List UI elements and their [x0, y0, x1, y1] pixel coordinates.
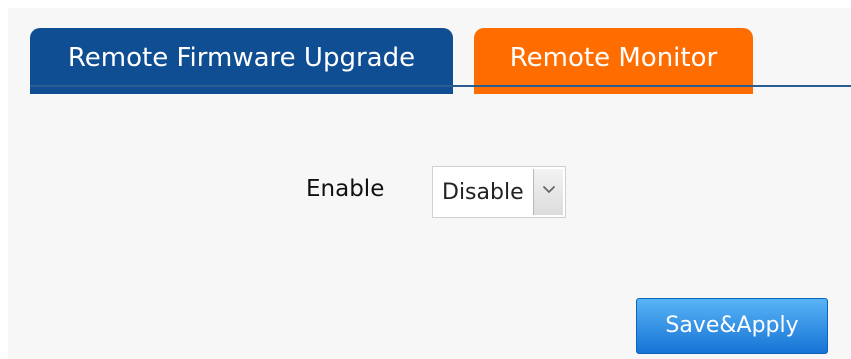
tab-label: Remote Firmware Upgrade [67, 43, 416, 73]
chevron-down-icon[interactable] [533, 169, 563, 215]
tab-underline [30, 85, 851, 87]
enable-select[interactable]: Disable [432, 166, 566, 218]
tab-label: Remote Monitor [509, 43, 718, 73]
enable-label: Enable [306, 176, 385, 202]
save-apply-button[interactable]: Save&Apply [636, 298, 828, 354]
settings-panel: Remote Firmware Upgrade Remote Monitor E… [8, 8, 851, 359]
enable-select-value: Disable [442, 180, 524, 205]
